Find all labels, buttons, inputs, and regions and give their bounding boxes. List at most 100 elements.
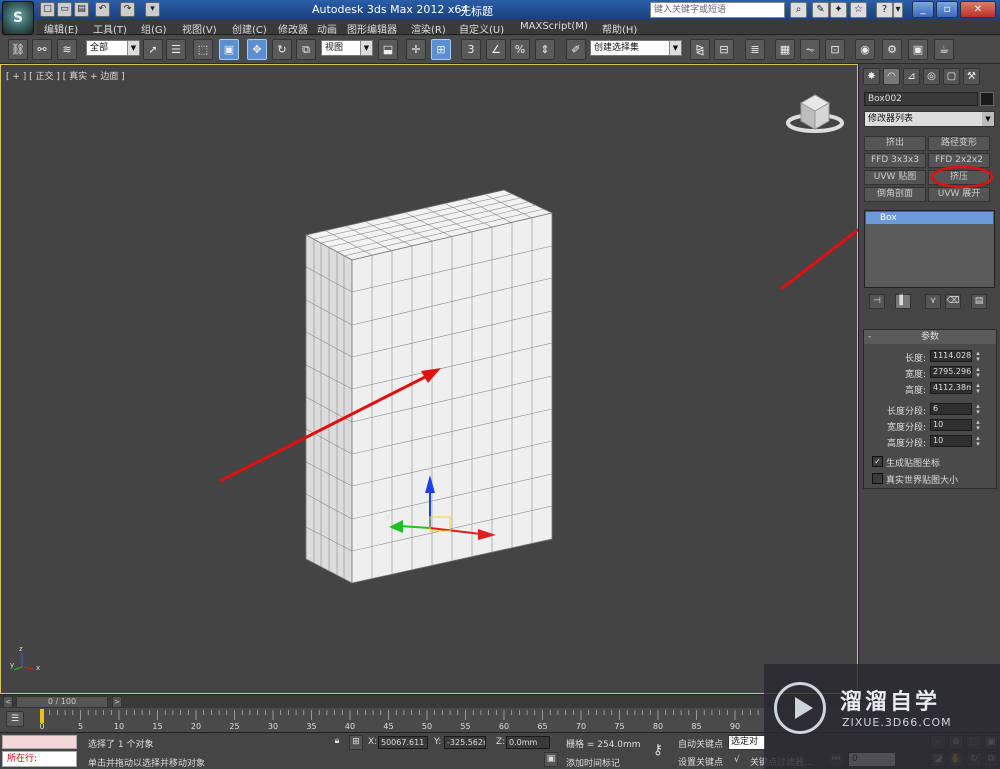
display-tab-icon[interactable]: ▢	[943, 68, 960, 85]
menu-rendering[interactable]: 渲染(R)	[411, 21, 446, 36]
quick-access-dropdown-icon[interactable]: ▾	[145, 2, 160, 17]
menu-animation[interactable]: 动画	[317, 21, 337, 36]
unlink-icon[interactable]: ⚯	[32, 39, 52, 60]
menu-maxscript[interactable]: MAXScript(M)	[520, 21, 588, 32]
menu-graph-editors[interactable]: 图形编辑器	[347, 21, 397, 36]
undo-icon[interactable]: ↶	[95, 2, 110, 17]
key-icon[interactable]: ⚷	[645, 737, 671, 765]
new-file-icon[interactable]: □	[40, 2, 55, 17]
snaps-toggle-icon[interactable]: 3	[461, 39, 481, 60]
auto-key-button[interactable]: 自动关键点	[678, 737, 723, 750]
time-tag-icon[interactable]: ▣	[544, 752, 558, 767]
subscription-icon[interactable]: ✦	[830, 2, 847, 18]
x-coordinate-field[interactable]: 50067.611	[378, 736, 428, 749]
help-icon[interactable]: ?	[876, 2, 893, 18]
menu-customize[interactable]: 自定义(U)	[459, 21, 504, 36]
menu-create[interactable]: 创建(C)	[232, 21, 267, 36]
link-icon[interactable]: ⛓	[8, 39, 28, 60]
select-and-manipulate-icon[interactable]: ✛	[406, 39, 426, 60]
set-key-button[interactable]: 设置关键点	[678, 755, 723, 768]
menu-help[interactable]: 帮助(H)	[602, 21, 637, 36]
modifier-button-ffd222[interactable]: FFD 2x2x2	[928, 153, 990, 168]
width-spinner[interactable]: ▴ ▾	[974, 366, 982, 379]
save-file-icon[interactable]: ▤	[74, 2, 89, 17]
edit-named-selection-icon[interactable]: ✐	[566, 39, 586, 60]
key-mode-dropdown[interactable]: 选定对象	[728, 735, 766, 750]
real-world-checkbox[interactable]	[872, 473, 883, 484]
search-input[interactable]: 键入关键字或短语	[650, 2, 785, 18]
width-segs-field[interactable]: 10	[930, 419, 972, 431]
object-name-field[interactable]: Box002	[864, 92, 978, 106]
menu-modifiers[interactable]: 修改器	[278, 21, 308, 36]
time-slider-prev-icon[interactable]: <	[3, 696, 13, 708]
menu-tools[interactable]: 工具(T)	[93, 21, 127, 36]
restore-button[interactable]: ▫	[936, 1, 958, 18]
lock-icon[interactable]: 🔒︎	[330, 735, 344, 750]
length-segs-spinner[interactable]: ▴ ▾	[974, 403, 982, 416]
mirror-icon[interactable]: ⧎	[690, 39, 710, 60]
show-end-result-icon[interactable]: ▌	[895, 294, 911, 309]
key-filter-icon[interactable]: √	[734, 755, 740, 765]
curve-editor-icon[interactable]: ⏦	[800, 39, 820, 60]
absolute-mode-icon[interactable]: ⊞	[349, 735, 363, 750]
select-object-icon[interactable]: ➚	[143, 39, 163, 60]
length-field[interactable]: 1114.028m	[930, 350, 972, 362]
select-and-move-icon[interactable]: ✥	[247, 39, 267, 60]
make-unique-icon[interactable]: ⋎	[925, 294, 941, 309]
modifier-button-path-deform[interactable]: 路径变形	[928, 136, 990, 151]
perspective-viewport[interactable]: z y z y x [ + ] [ 正交 ] [ 真实 + 边面 ]	[0, 64, 859, 694]
height-segs-field[interactable]: 10	[930, 435, 972, 447]
minimize-button[interactable]: _	[912, 1, 934, 18]
modifier-button-unwrap-uvw[interactable]: UVW 展开	[928, 187, 990, 202]
add-time-tag[interactable]: 添加时间标记	[566, 756, 620, 769]
modify-tab-icon[interactable]: ◠	[883, 68, 900, 85]
rendered-frame-window-icon[interactable]: ▣	[908, 39, 928, 60]
named-selection-sets-dropdown[interactable]: 创建选择集 ▼	[590, 40, 682, 56]
open-mini-curve-editor-icon[interactable]: ☰	[6, 711, 24, 727]
select-by-name-icon[interactable]: ☰	[166, 39, 186, 60]
time-slider-thumb[interactable]: 0 / 100	[16, 696, 108, 708]
help-dropdown-icon[interactable]: ▾	[893, 2, 903, 18]
redo-icon[interactable]: ↷	[120, 2, 135, 17]
current-frame-marker[interactable]	[40, 709, 44, 723]
material-editor-icon[interactable]: ◉	[855, 39, 875, 60]
hierarchy-tab-icon[interactable]: ⊿	[903, 68, 920, 85]
remove-modifier-icon[interactable]: ⌫	[945, 294, 961, 309]
object-color-swatch[interactable]	[980, 92, 994, 106]
modifier-button-uvw-map[interactable]: UVW 贴图	[864, 170, 926, 185]
modifier-button-squeeze[interactable]: 挤压	[928, 170, 990, 185]
menu-group[interactable]: 组(G)	[141, 21, 167, 36]
height-spinner[interactable]: ▴ ▾	[974, 382, 982, 395]
close-button[interactable]: ✕	[960, 1, 996, 18]
app-logo[interactable]: S	[2, 1, 34, 35]
pin-stack-icon[interactable]: ⊣	[869, 294, 885, 309]
modifier-button-ffd333[interactable]: FFD 3x3x3	[864, 153, 926, 168]
viewport-label[interactable]: [ + ] [ 正交 ] [ 真实 + 边面 ]	[6, 69, 125, 82]
create-tab-icon[interactable]: ✸	[863, 68, 880, 85]
menu-views[interactable]: 视图(V)	[182, 21, 217, 36]
height-field[interactable]: 4112.38mm	[930, 382, 972, 394]
open-file-icon[interactable]: ▭	[57, 2, 72, 17]
window-crossing-icon[interactable]: ▣	[219, 39, 239, 60]
render-production-icon[interactable]: ☕	[934, 39, 954, 60]
keyboard-shortcut-toggle-icon[interactable]: ⊞	[431, 39, 451, 60]
maxscript-listener-mini[interactable]	[2, 735, 77, 749]
modifier-button-extrude[interactable]: 挤出	[864, 136, 926, 151]
motion-tab-icon[interactable]: ◎	[923, 68, 940, 85]
utilities-tab-icon[interactable]: ⚒	[963, 68, 980, 85]
track-bar-ruler[interactable]: 0 5 10 15 20 25 30 35 40 45 50 55 60 65 70 75 80 85 90	[0, 708, 765, 732]
gen-mapping-checkbox[interactable]: ✓	[872, 456, 883, 467]
length-segs-field[interactable]: 6	[930, 403, 972, 415]
select-and-scale-icon[interactable]: ⧉	[296, 39, 316, 60]
favorites-icon[interactable]: ☆	[850, 2, 867, 18]
y-coordinate-field[interactable]: -325.562m	[444, 736, 486, 749]
spinner-snap-icon[interactable]: ⇕	[535, 39, 555, 60]
height-segs-spinner[interactable]: ▴ ▾	[974, 435, 982, 448]
length-spinner[interactable]: ▴ ▾	[974, 350, 982, 363]
rectangle-selection-icon[interactable]: ⬚	[193, 39, 213, 60]
render-setup-icon[interactable]: ⚙	[882, 39, 902, 60]
modifier-list-dropdown[interactable]: 修改器列表 ▼	[864, 111, 995, 127]
binoculars-icon[interactable]: ⌕	[790, 2, 807, 18]
modifier-button-bevel-profile[interactable]: 倒角剖面	[864, 187, 926, 202]
selection-filter-dropdown[interactable]: 全部 ▼	[86, 40, 140, 56]
